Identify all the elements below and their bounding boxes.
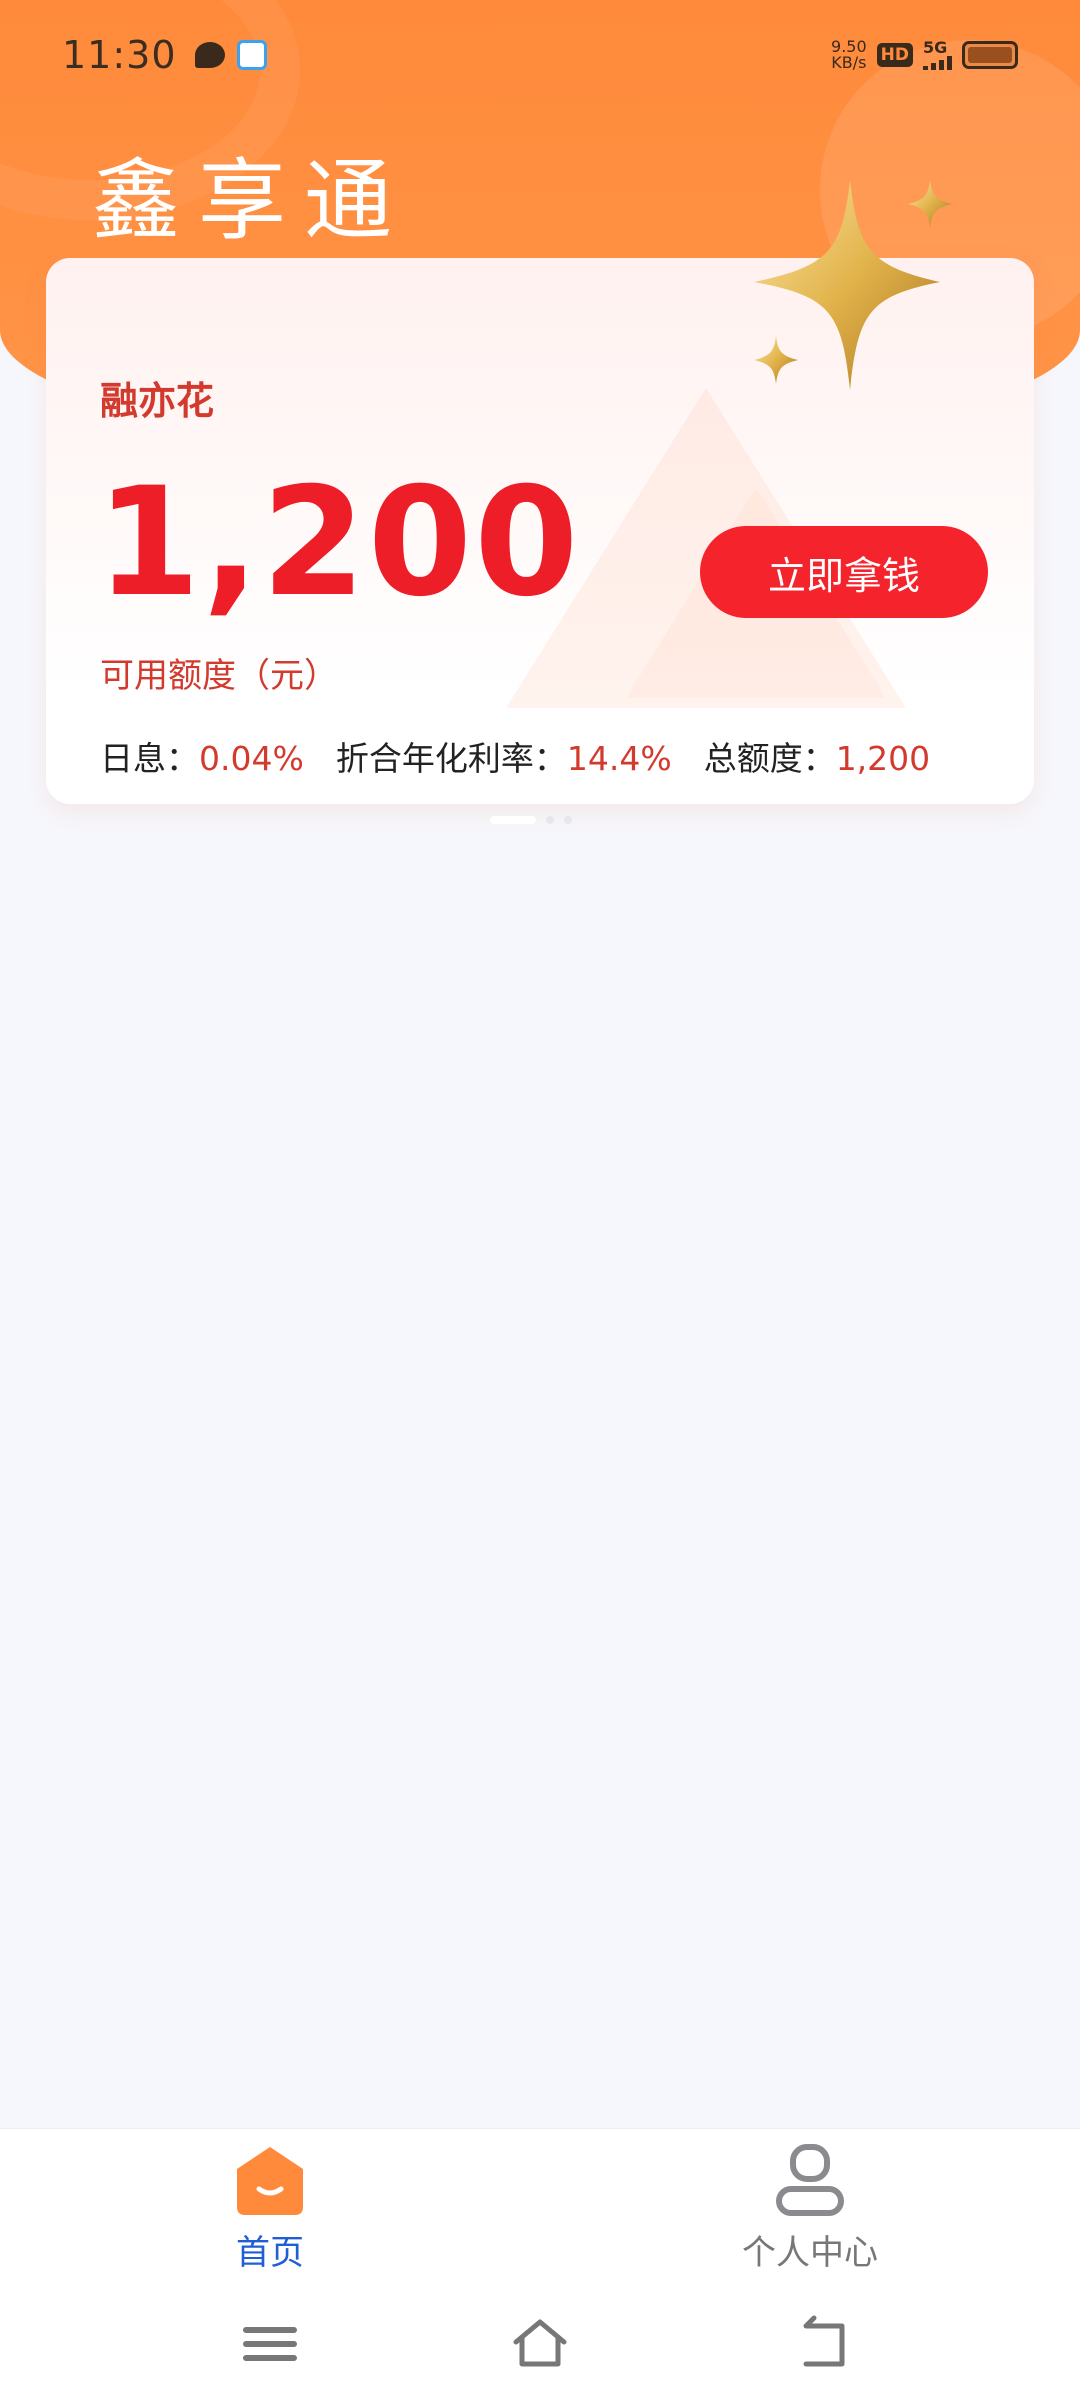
network-speed-unit: KB/s xyxy=(831,53,867,72)
nav-label-profile: 个人中心 xyxy=(742,2233,878,2273)
product-name: 融亦花 xyxy=(100,379,215,423)
annual-rate: 折合年化利率：14.4% xyxy=(336,732,672,780)
network-speed: 9.50 KB/s xyxy=(831,39,867,71)
nav-item-home[interactable]: 首页 xyxy=(150,2143,390,2274)
hd-icon: HD xyxy=(876,43,913,67)
rate-info: 日息：0.04% 折合年化利率：14.4% 总额度：1,200 xyxy=(100,732,930,780)
nav-label-home: 首页 xyxy=(236,2233,304,2273)
carousel-dot[interactable] xyxy=(546,816,554,824)
sparkle-icon xyxy=(754,180,952,390)
daily-interest-value: 0.04% xyxy=(199,739,304,778)
carousel-indicator[interactable] xyxy=(490,816,572,824)
back-icon[interactable] xyxy=(792,2312,856,2376)
app-notification-icon xyxy=(236,40,267,70)
status-time: 11:30 xyxy=(62,33,177,77)
carousel-dot-active[interactable] xyxy=(490,816,536,824)
get-money-button[interactable]: 立即拿钱 xyxy=(700,526,988,618)
annual-rate-label: 折合年化利率： xyxy=(335,739,567,778)
status-bar: 11:30 9.50 KB/s HD 5G xyxy=(0,0,1080,110)
available-amount-label: 可用额度（元） xyxy=(100,656,338,696)
status-right-group: 9.50 KB/s HD 5G xyxy=(831,39,1018,71)
notification-icons xyxy=(194,40,267,70)
system-nav-bar xyxy=(0,2288,1080,2400)
screen: 11:30 9.50 KB/s HD 5G 鑫享通 融亦花 1,200 可用额度… xyxy=(0,0,1080,2400)
app-title: 鑫享通 xyxy=(92,149,411,252)
total-limit: 总额度：1,200 xyxy=(704,732,930,780)
home-icon xyxy=(237,2147,303,2215)
battery-icon xyxy=(962,41,1018,69)
available-amount: 1,200 xyxy=(96,456,581,630)
network-type: 5G xyxy=(923,38,948,57)
user-icon xyxy=(776,2144,844,2216)
signal-icon: 5G xyxy=(923,40,952,70)
daily-interest-label: 日息： xyxy=(100,739,199,778)
home-outline-icon[interactable] xyxy=(508,2312,572,2376)
menu-icon[interactable] xyxy=(238,2312,302,2376)
annual-rate-value: 14.4% xyxy=(566,739,672,778)
total-limit-value: 1,200 xyxy=(835,739,931,778)
total-limit-label: 总额度： xyxy=(703,739,836,778)
message-icon xyxy=(194,42,225,68)
bottom-nav: 首页 个人中心 xyxy=(0,2128,1080,2288)
nav-item-profile[interactable]: 个人中心 xyxy=(690,2143,930,2274)
carousel-dot[interactable] xyxy=(564,816,572,824)
daily-interest: 日息：0.04% xyxy=(100,732,304,780)
